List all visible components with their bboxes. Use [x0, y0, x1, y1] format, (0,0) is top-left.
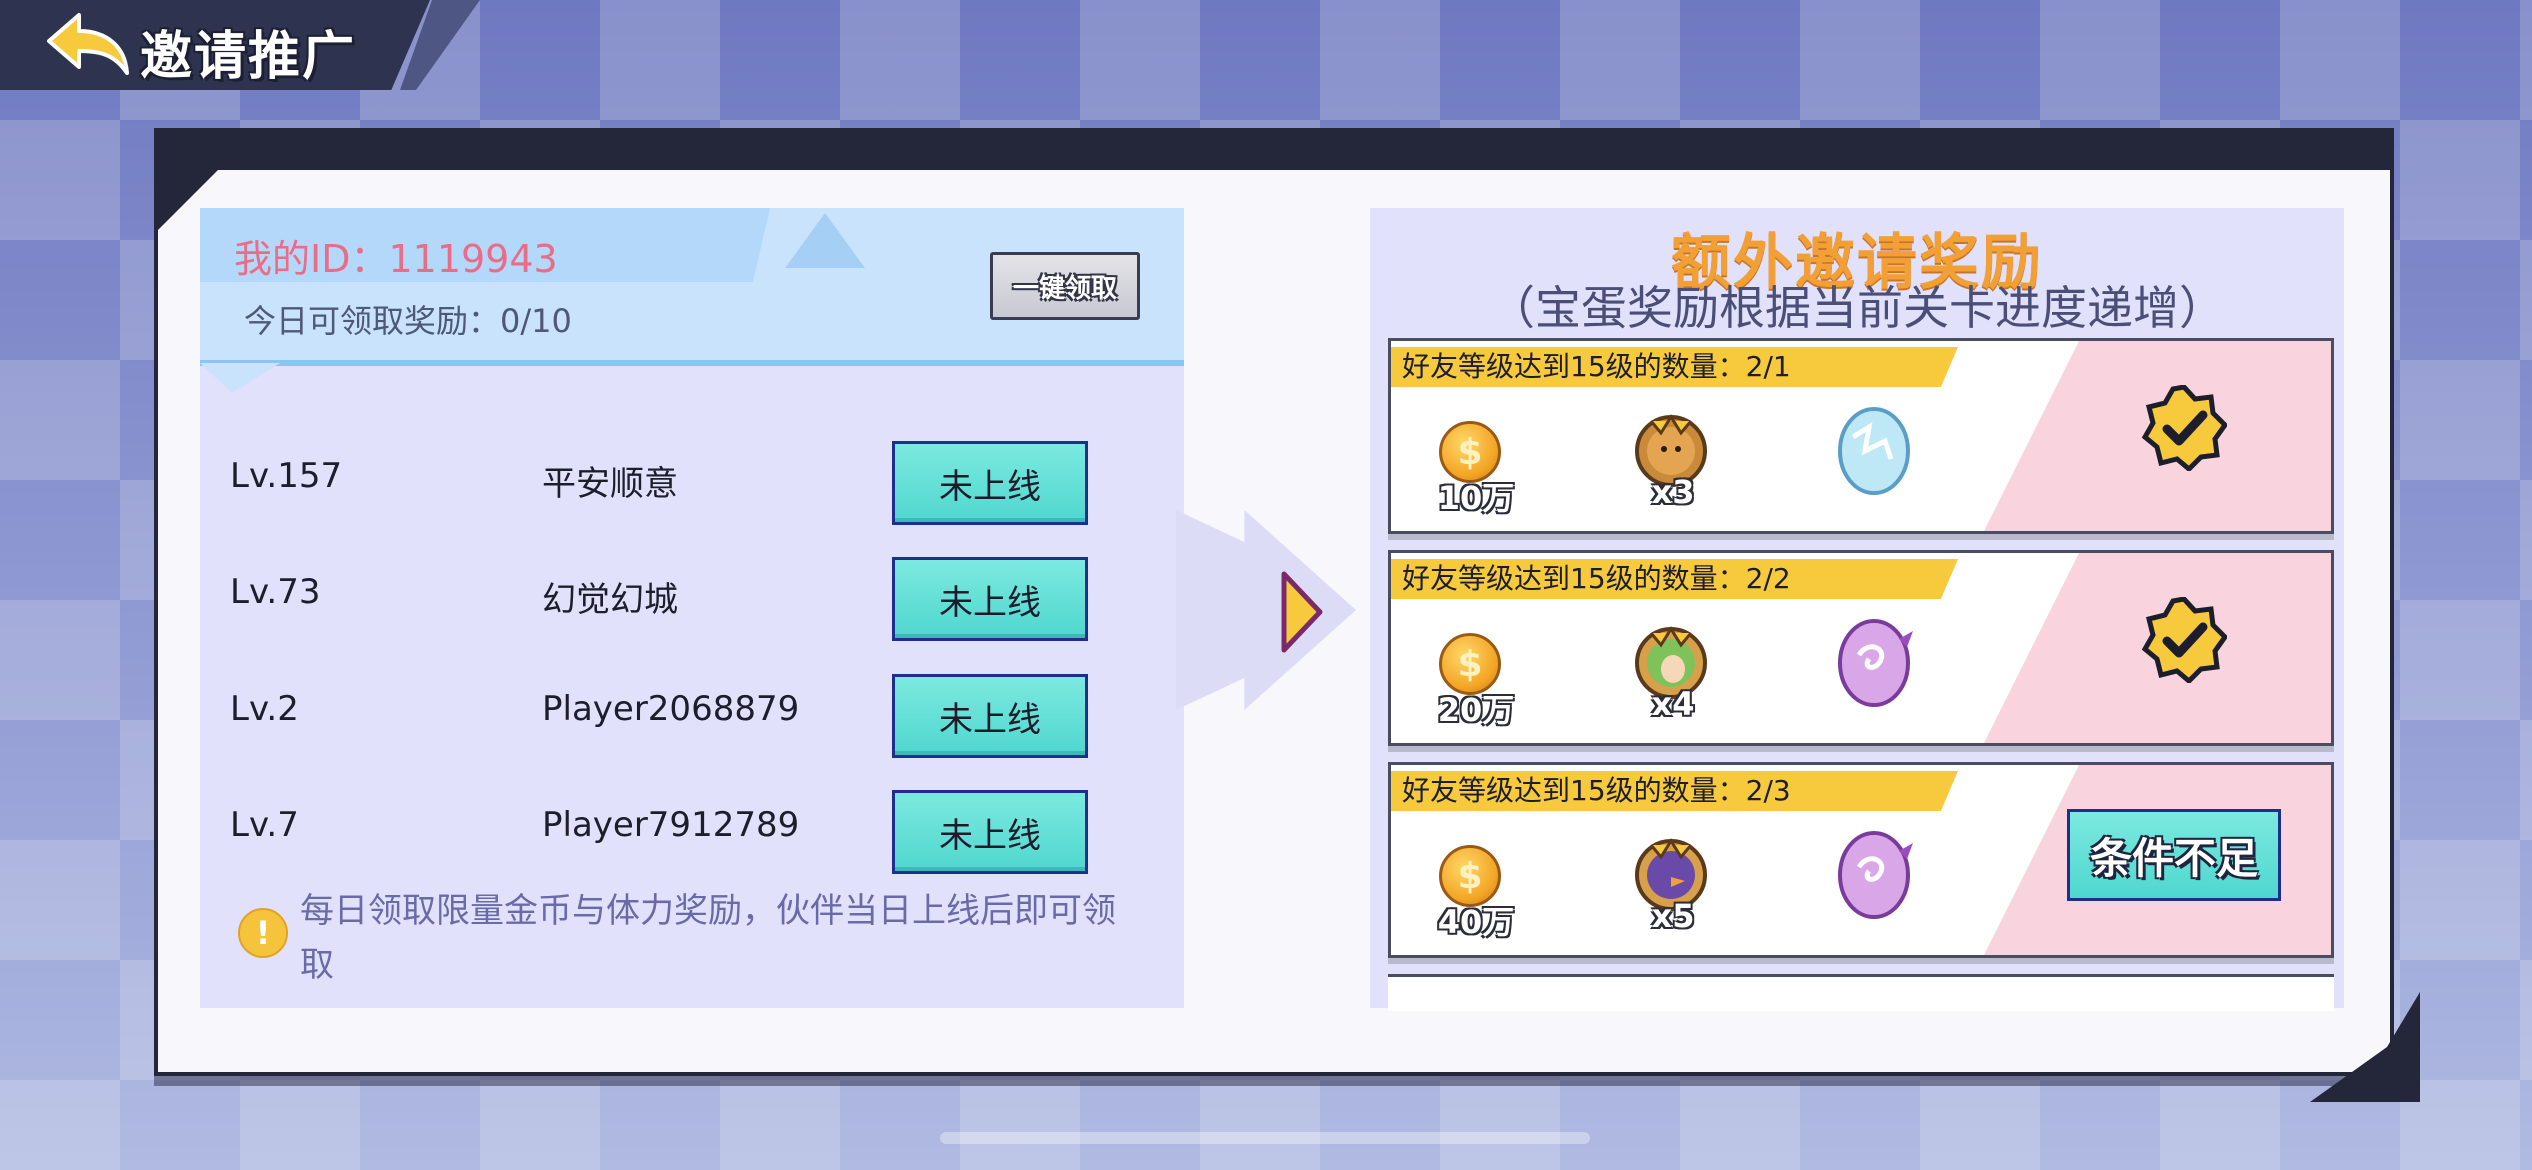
hero-count: x3 — [1651, 473, 1695, 511]
panel-top-bar — [158, 132, 2390, 170]
header-notch — [200, 363, 280, 393]
friend-name: 幻觉幻城 — [542, 580, 678, 620]
offline-status-button[interactable]: 未上线 — [892, 441, 1088, 525]
coin-amount: 10万 — [1437, 479, 1515, 517]
id-header: 我的ID：1119943 今日可领取奖励：0/10 一键领取 — [200, 208, 1184, 366]
offline-status-button[interactable]: 未上线 — [892, 790, 1088, 874]
offline-status-button[interactable]: 未上线 — [892, 557, 1088, 641]
hero-count: x5 — [1651, 897, 1695, 935]
friend-name: Player2068879 — [542, 689, 800, 729]
reward-condition: 好友等级达到15级的数量：2/1 — [1391, 347, 1958, 387]
reward-card: 好友等级达到15级的数量：2/2 $ 20万 x4 — [1388, 550, 2334, 746]
today-claim-count: 今日可领取奖励：0/10 — [244, 302, 572, 340]
page-title: 邀请推广 — [140, 27, 357, 87]
next-reward-card-peek — [1388, 974, 2334, 1011]
friend-row: Lv.7 Player7912789 未上线 — [200, 785, 1184, 875]
reward-card: 好友等级达到15级的数量：2/3 $ 40万 x5 条件不足 — [1388, 762, 2334, 958]
claimed-check-icon — [2141, 385, 2227, 471]
ice-egg-icon — [1838, 407, 1910, 495]
header-divider — [200, 360, 1184, 366]
offline-status-button[interactable]: 未上线 — [892, 674, 1088, 758]
friend-name: 平安顺意 — [542, 464, 678, 504]
warning-icon: ! — [238, 908, 288, 958]
friend-name: Player7912789 — [542, 805, 800, 845]
claimed-check-icon — [2141, 597, 2227, 683]
coin-amount: 20万 — [1437, 691, 1515, 729]
friend-level: Lv.73 — [230, 572, 321, 612]
my-id: 我的ID：1119943 — [234, 237, 558, 281]
hero-count: x4 — [1651, 685, 1695, 723]
reward-condition: 好友等级达到15级的数量：2/2 — [1391, 559, 1958, 599]
friend-list-section: 我的ID：1119943 今日可领取奖励：0/10 一键领取 Lv.157 平安… — [200, 208, 1184, 1008]
purple-egg-icon — [1838, 619, 1913, 707]
home-indicator[interactable] — [940, 1132, 1590, 1144]
friend-row: Lv.73 幻觉幻城 未上线 — [200, 552, 1184, 642]
friend-level: Lv.2 — [230, 689, 299, 729]
coin-amount: 40万 — [1437, 903, 1515, 941]
friend-level: Lv.7 — [230, 805, 299, 845]
friend-row: Lv.2 Player2068879 未上线 — [200, 669, 1184, 759]
back-arrow-icon — [47, 13, 129, 75]
friend-row: Lv.157 平安顺意 未上线 — [200, 436, 1184, 526]
next-arrow-button[interactable] — [1280, 570, 1324, 654]
notice-text: 每日领取限量金币与体力奖励，伙伴当日上线后即可领取 — [300, 891, 1116, 985]
extra-reward-section: 额外邀请奖励 （宝蛋奖励根据当前关卡进度递增） 好友等级达到15级的数量：2/1… — [1370, 208, 2344, 1011]
reward-subtitle: （宝蛋奖励根据当前关卡进度递增） — [1489, 281, 2225, 335]
reward-card: 好友等级达到15级的数量：2/1 $ 10万 x3 — [1388, 338, 2334, 534]
back-button[interactable] — [38, 10, 138, 82]
friend-level: Lv.157 — [230, 456, 343, 496]
reward-condition: 好友等级达到15级的数量：2/3 — [1391, 771, 1958, 811]
chevron-right-icon — [1281, 571, 1323, 653]
condition-not-met-button[interactable]: 条件不足 — [2067, 809, 2281, 901]
header-decoration — [785, 213, 865, 268]
purple-egg-icon — [1838, 831, 1913, 919]
claim-all-button[interactable]: 一键领取 — [990, 252, 1140, 320]
